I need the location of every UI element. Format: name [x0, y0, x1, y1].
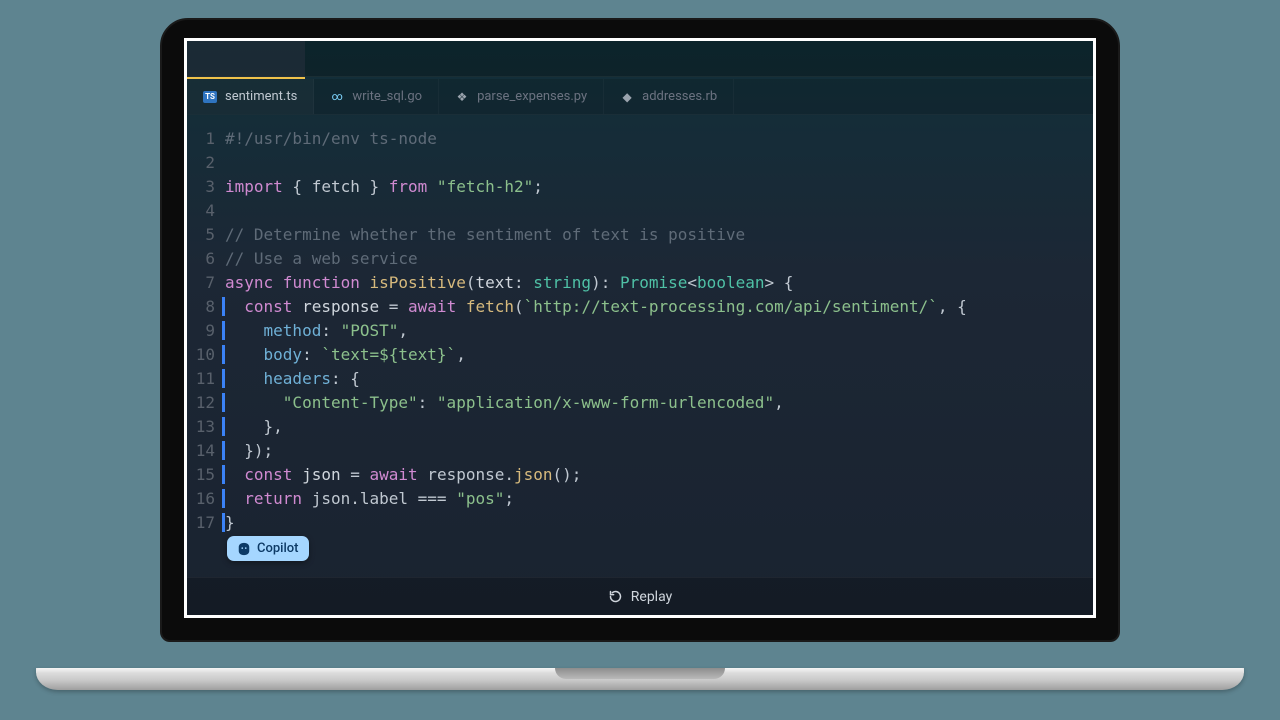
- code-editor[interactable]: 123 456 789 101112 131415 1617 #!/usr/bi…: [187, 115, 1093, 577]
- tab-write-sql-go[interactable]: ∞ write_sql.go: [314, 79, 439, 114]
- tab-label: write_sql.go: [352, 89, 422, 104]
- laptop-base: [36, 668, 1244, 690]
- replay-icon: [608, 589, 623, 604]
- file-tab-bar: TS sentiment.ts ∞ write_sql.go ❖ parse_e…: [187, 79, 1093, 115]
- line-number-gutter: 123 456 789 101112 131415 1617: [187, 127, 225, 547]
- tab-label: addresses.rb: [642, 89, 717, 104]
- laptop-notch: [555, 668, 725, 679]
- tab-label: parse_expenses.py: [477, 89, 587, 104]
- window-tab-strip: [187, 41, 1093, 77]
- tab-label: sentiment.ts: [225, 89, 297, 104]
- ts-icon: TS: [203, 90, 217, 104]
- tab-sentiment-ts[interactable]: TS sentiment.ts: [187, 79, 314, 114]
- copilot-label: Copilot: [257, 541, 299, 556]
- ruby-icon: ◆: [620, 90, 634, 104]
- replay-label: Replay: [631, 589, 672, 605]
- laptop-bezel: TS sentiment.ts ∞ write_sql.go ❖ parse_e…: [160, 18, 1120, 642]
- go-icon: ∞: [330, 90, 344, 104]
- copilot-icon: [237, 542, 251, 556]
- copilot-badge[interactable]: Copilot: [227, 536, 309, 561]
- editor-screen: TS sentiment.ts ∞ write_sql.go ❖ parse_e…: [184, 38, 1096, 618]
- tab-parse-expenses-py[interactable]: ❖ parse_expenses.py: [439, 79, 604, 114]
- replay-button[interactable]: Replay: [187, 577, 1093, 615]
- laptop-frame: TS sentiment.ts ∞ write_sql.go ❖ parse_e…: [160, 18, 1120, 642]
- code-area[interactable]: #!/usr/bin/env ts-node import { fetch } …: [225, 127, 1093, 547]
- tab-addresses-rb[interactable]: ◆ addresses.rb: [604, 79, 734, 114]
- python-icon: ❖: [455, 90, 469, 104]
